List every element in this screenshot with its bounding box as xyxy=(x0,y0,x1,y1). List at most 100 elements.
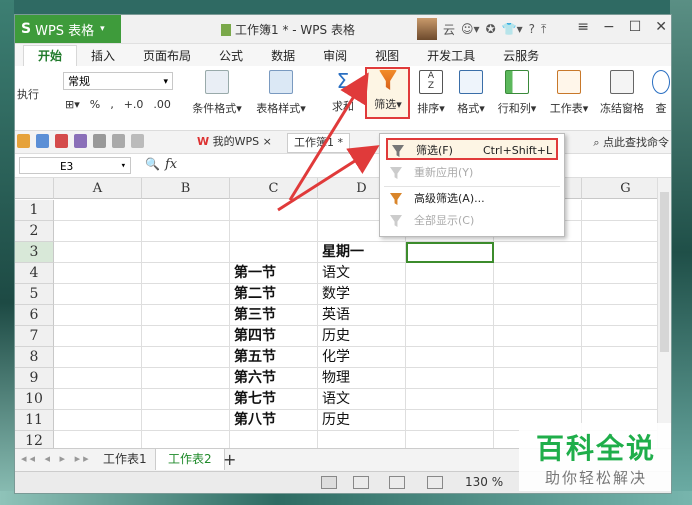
page-break-view-icon[interactable] xyxy=(353,476,369,489)
page-layout-view-icon[interactable] xyxy=(389,476,405,489)
row-header-3[interactable]: 3 xyxy=(15,242,54,263)
menu-item-show-all[interactable]: 全部显示(C) xyxy=(386,210,558,232)
cell-f5[interactable] xyxy=(494,284,582,305)
row-header-1[interactable]: 1 xyxy=(15,200,54,221)
currency-icon[interactable]: ⊞▾ xyxy=(65,98,80,111)
cell-a7[interactable] xyxy=(54,326,142,347)
cell-a8[interactable] xyxy=(54,347,142,368)
tab-formulas[interactable]: 公式 xyxy=(205,46,257,66)
cell-c4[interactable]: 第一节 xyxy=(230,263,318,284)
tab-view[interactable]: 视图 xyxy=(361,46,413,66)
menu-item-advanced-filter[interactable]: 高级筛选(A)... xyxy=(386,188,558,210)
cell-f7[interactable] xyxy=(494,326,582,347)
cell-b4[interactable] xyxy=(142,263,230,284)
cell-a5[interactable] xyxy=(54,284,142,305)
add-sheet-icon[interactable]: + xyxy=(223,450,236,469)
cell-e7[interactable] xyxy=(406,326,494,347)
cell-c6[interactable]: 第三节 xyxy=(230,305,318,326)
find-button[interactable]: 查 xyxy=(651,70,671,116)
zoom-level[interactable]: 130 % xyxy=(465,475,503,489)
save-icon[interactable] xyxy=(36,134,49,148)
help-button[interactable]: ? xyxy=(529,22,535,36)
cell-a10[interactable] xyxy=(54,389,142,410)
redo-icon[interactable] xyxy=(131,134,144,148)
app-menu-button[interactable]: S WPS 表格 ▾ xyxy=(15,15,121,43)
cell-c3[interactable] xyxy=(230,242,318,263)
cell-c2[interactable] xyxy=(230,221,318,242)
cell-d3[interactable]: 星期一 xyxy=(318,242,406,263)
cell-a2[interactable] xyxy=(54,221,142,242)
zoom-icon[interactable]: 🔍 xyxy=(145,157,160,171)
table-style-button[interactable]: 表格样式▾ xyxy=(251,70,311,116)
undo-icon[interactable] xyxy=(112,134,125,148)
cell-d6[interactable]: 英语 xyxy=(318,305,406,326)
cell-f9[interactable] xyxy=(494,368,582,389)
cell-a6[interactable] xyxy=(54,305,142,326)
cell-d8[interactable]: 化学 xyxy=(318,347,406,368)
sort-button[interactable]: AZ 排序▾ xyxy=(413,70,449,116)
sheet-nav-arrows[interactable]: ◂◂ ◂ ▸ ▸▸ xyxy=(21,452,92,465)
cell-c5[interactable]: 第二节 xyxy=(230,284,318,305)
thousands-button[interactable]: ‚ xyxy=(110,98,114,111)
row-header-6[interactable]: 6 xyxy=(15,305,54,326)
format-button[interactable]: 格式▾ xyxy=(453,70,489,116)
cell-e9[interactable] xyxy=(406,368,494,389)
vertical-scrollbar[interactable] xyxy=(657,178,671,448)
cell-e5[interactable] xyxy=(406,284,494,305)
increase-decimal-button[interactable]: +.0 xyxy=(124,98,144,111)
command-search[interactable]: ⌕ 点此查找命令 xyxy=(593,134,669,150)
row-header-5[interactable]: 5 xyxy=(15,284,54,305)
column-header-a[interactable]: A xyxy=(54,178,142,199)
cell-f8[interactable] xyxy=(494,347,582,368)
row-header-7[interactable]: 7 xyxy=(15,326,54,347)
number-format-select[interactable]: 常规 ▾ xyxy=(63,72,173,90)
normal-view-icon[interactable] xyxy=(321,476,337,489)
decrease-decimal-button[interactable]: .00 xyxy=(153,98,171,111)
cell-d10[interactable]: 语文 xyxy=(318,389,406,410)
doc-tab-mywps[interactable]: W 我的WPS × xyxy=(191,133,278,151)
user-name[interactable]: 云 xyxy=(443,21,455,38)
close-icon[interactable]: ✕ xyxy=(655,19,667,35)
sum-button[interactable]: Σ 求和 xyxy=(325,70,361,114)
cell-c1[interactable] xyxy=(230,200,318,221)
cell-d4[interactable]: 语文 xyxy=(318,263,406,284)
cell-d5[interactable]: 数学 xyxy=(318,284,406,305)
filter-button[interactable]: 筛选▾ xyxy=(367,70,409,112)
cell-a3[interactable] xyxy=(54,242,142,263)
cell-a11[interactable] xyxy=(54,410,142,431)
cell-a9[interactable] xyxy=(54,368,142,389)
cell-b9[interactable] xyxy=(142,368,230,389)
cell-e11[interactable] xyxy=(406,410,494,431)
name-box[interactable]: E3 ▾ xyxy=(19,157,131,174)
cell-f6[interactable] xyxy=(494,305,582,326)
cell-e10[interactable] xyxy=(406,389,494,410)
doc-tab-workbook1[interactable]: 工作簿1 * xyxy=(287,133,350,153)
close-icon[interactable]: × xyxy=(263,135,272,148)
cell-b3[interactable] xyxy=(142,242,230,263)
export-pdf-icon[interactable] xyxy=(55,134,68,148)
maximize-icon[interactable]: ☐ xyxy=(629,19,642,35)
cell-b10[interactable] xyxy=(142,389,230,410)
cell-d7[interactable]: 历史 xyxy=(318,326,406,347)
skin-icon[interactable]: ✪ xyxy=(486,22,496,36)
cell-c7[interactable]: 第四节 xyxy=(230,326,318,347)
row-header-9[interactable]: 9 xyxy=(15,368,54,389)
tab-home[interactable]: 开始 xyxy=(23,45,78,66)
cell-f3[interactable] xyxy=(494,242,582,263)
tab-insert[interactable]: 插入 xyxy=(77,46,129,66)
worksheet-button[interactable]: 工作表▾ xyxy=(545,70,593,116)
cell-b7[interactable] xyxy=(142,326,230,347)
tab-review[interactable]: 审阅 xyxy=(309,46,361,66)
rows-cols-button[interactable]: 行和列▾ xyxy=(493,70,541,116)
reading-view-icon[interactable] xyxy=(427,476,443,489)
cell-e6[interactable] xyxy=(406,305,494,326)
freeze-panes-button[interactable]: 冻结窗格 xyxy=(597,70,647,116)
fx-icon[interactable]: fx xyxy=(165,157,177,172)
row-header-11[interactable]: 11 xyxy=(15,410,54,431)
print-preview-icon[interactable] xyxy=(93,134,106,148)
avatar[interactable] xyxy=(417,18,437,40)
row-header-8[interactable]: 8 xyxy=(15,347,54,368)
select-all-corner[interactable] xyxy=(15,178,54,199)
cell-c11[interactable]: 第八节 xyxy=(230,410,318,431)
column-header-b[interactable]: B xyxy=(142,178,230,199)
